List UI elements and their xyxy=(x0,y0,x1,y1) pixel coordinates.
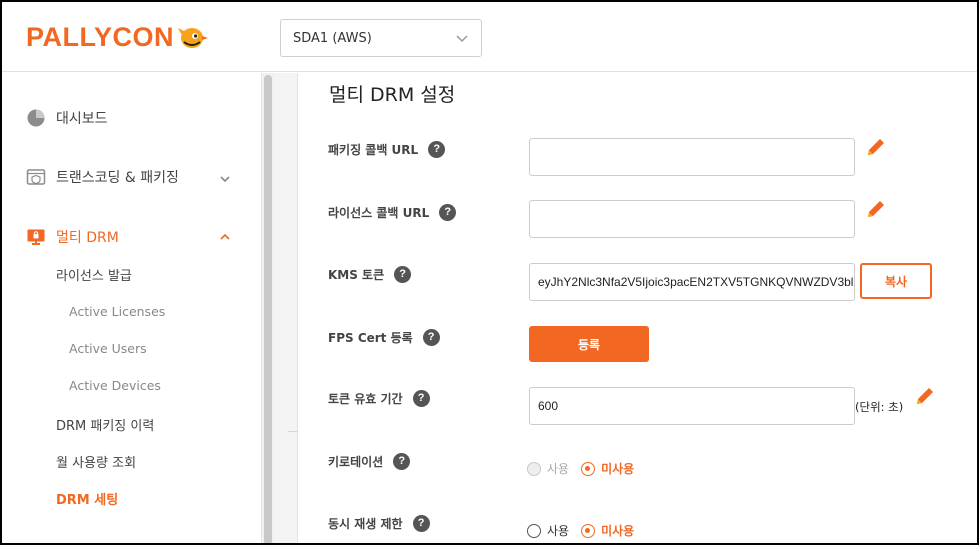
key-rotation-use-radio[interactable] xyxy=(527,461,541,476)
kms-token-input[interactable]: eyJhY2Nlc3Nfa2V5Ijoic3pacEN2TXV5TGNKQVNW… xyxy=(529,263,855,301)
radio-label: 미사용 xyxy=(601,524,635,538)
concurrent-limit-not-use-radio[interactable] xyxy=(581,523,596,538)
scrollbar-thumb[interactable] xyxy=(264,75,272,543)
pencil-edit-icon[interactable] xyxy=(914,385,936,407)
field-label: 토큰 유효 기간 xyxy=(328,392,403,406)
header: PALLYCON SDA1 (AWS) xyxy=(2,2,977,72)
concurrent-limit-use-radio[interactable] xyxy=(527,523,541,538)
project-select[interactable]: SDA1 (AWS) xyxy=(280,19,482,57)
sidebar-item-dashboard[interactable]: 대시보드 xyxy=(26,108,108,128)
chevron-up-icon[interactable] xyxy=(218,230,232,244)
license-callback-label: 라이선스 콜백 URL ? xyxy=(328,204,457,221)
concurrent-limit-radio-group: 사용 미사용 xyxy=(527,522,646,539)
field-label: 라이선스 콜백 URL xyxy=(328,206,430,220)
register-button[interactable]: 등록 xyxy=(529,326,649,362)
field-label: 동시 재생 제한 xyxy=(328,517,403,531)
project-select-value: SDA1 (AWS) xyxy=(293,30,372,46)
help-icon[interactable]: ? xyxy=(412,515,430,532)
sidebar-scrollbar[interactable] xyxy=(262,73,274,543)
sidebar-subitem-license-issue[interactable]: 라이선스 발급 xyxy=(56,265,132,284)
field-label: FPS Cert 등록 xyxy=(328,331,413,345)
field-label: 패키징 콜백 URL xyxy=(328,143,419,157)
bird-logo-icon xyxy=(178,28,209,48)
key-rotation-radio-group: 사용 미사용 xyxy=(527,460,646,477)
pie-chart-icon xyxy=(27,109,45,127)
logo[interactable]: PALLYCON xyxy=(26,20,209,54)
sidebar-subitem-monthly-usage[interactable]: 월 사용량 조회 xyxy=(56,452,136,471)
help-icon[interactable]: ? xyxy=(412,390,430,407)
chevron-down-icon[interactable] xyxy=(218,172,232,186)
copy-button[interactable]: 복사 xyxy=(860,263,932,299)
field-label: KMS 토큰 xyxy=(328,268,385,282)
divider-tick xyxy=(288,431,298,432)
packaging-callback-label: 패키징 콜백 URL ? xyxy=(328,141,446,158)
main-content: 멀티 DRM 설정 패키징 콜백 URL ? 라이선스 콜백 URL ? KMS… xyxy=(299,73,977,543)
sidebar-item-label: 트랜스코딩 & 패키징 xyxy=(56,170,179,186)
sidebar-subitem-drm-packaging-history[interactable]: DRM 패키징 이력 xyxy=(56,415,154,434)
help-icon[interactable]: ? xyxy=(394,266,412,283)
kms-token-label: KMS 토큰 ? xyxy=(328,266,412,283)
divider xyxy=(274,73,298,543)
help-icon[interactable]: ? xyxy=(393,453,411,470)
pencil-edit-icon[interactable] xyxy=(865,136,887,158)
token-ttl-label: 토큰 유효 기간 ? xyxy=(328,390,430,407)
radio-label: 사용 xyxy=(547,524,570,538)
key-rotation-not-use-radio[interactable] xyxy=(581,461,596,476)
sidebar: 대시보드 트랜스코딩 & 패키징 멀티 DRM 라이선스 발급 Active L… xyxy=(2,73,262,543)
concurrent-limit-label: 동시 재생 제한 ? xyxy=(328,515,430,532)
help-icon[interactable]: ? xyxy=(428,141,446,158)
sidebar-item-label: 멀티 DRM xyxy=(56,230,119,246)
help-icon[interactable]: ? xyxy=(422,329,440,346)
transcode-icon xyxy=(26,169,46,185)
field-label: 키로테이션 xyxy=(328,455,384,469)
key-rotation-label: 키로테이션 ? xyxy=(328,453,411,470)
packaging-callback-url-input[interactable] xyxy=(529,138,855,176)
sidebar-item-label: 대시보드 xyxy=(56,111,108,127)
sidebar-subitem-active-devices[interactable]: Active Devices xyxy=(69,378,161,393)
radio-label: 미사용 xyxy=(601,462,635,476)
token-ttl-input[interactable]: 600 xyxy=(529,387,855,425)
help-icon[interactable]: ? xyxy=(439,204,457,221)
sidebar-item-transcoding[interactable]: 트랜스코딩 & 패키징 xyxy=(26,167,179,187)
fps-cert-label: FPS Cert 등록 ? xyxy=(328,329,440,346)
pencil-edit-icon[interactable] xyxy=(865,198,887,220)
page-title: 멀티 DRM 설정 xyxy=(329,84,456,106)
license-callback-url-input[interactable] xyxy=(529,200,855,238)
monitor-lock-icon xyxy=(27,229,45,245)
sidebar-item-multi-drm[interactable]: 멀티 DRM xyxy=(26,227,119,247)
sidebar-subitem-drm-settings[interactable]: DRM 세팅 xyxy=(56,489,118,508)
chevron-down-icon xyxy=(456,35,468,43)
logo-text: PALLYCON xyxy=(26,21,175,52)
unit-label: (단위: 초) xyxy=(855,400,904,414)
sidebar-subitem-active-licenses[interactable]: Active Licenses xyxy=(69,304,165,319)
app-window: PALLYCON SDA1 (AWS) 대시보드 트랜스코딩 & 패키징 멀티 … xyxy=(0,0,979,545)
sidebar-subitem-active-users[interactable]: Active Users xyxy=(69,341,147,356)
radio-label: 사용 xyxy=(547,462,570,476)
